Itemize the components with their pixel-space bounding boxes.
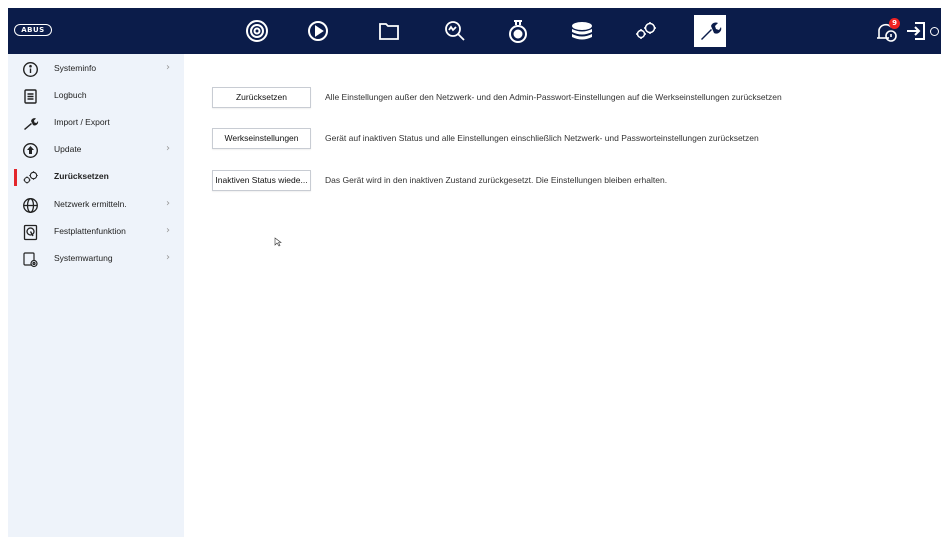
factory-settings-description: Gerät auf inaktiven Status und alle Eins… bbox=[325, 133, 759, 143]
file-management-icon[interactable] bbox=[373, 15, 405, 47]
power-icon[interactable] bbox=[928, 15, 941, 47]
factory-settings-button[interactable]: Werkseinstellungen bbox=[212, 128, 311, 149]
sidebar-item-systemwartung[interactable]: Systemwartung › bbox=[8, 248, 184, 272]
sidebar-item-label: Logbuch bbox=[54, 90, 87, 100]
sidebar-item-systeminfo[interactable]: Systeminfo › bbox=[8, 58, 184, 82]
restore-inactive-status-button[interactable]: Inaktiven Status wiede... bbox=[212, 170, 311, 191]
sidebar-item-import-export[interactable]: Import / Export bbox=[8, 112, 184, 136]
chevron-right-icon: › bbox=[166, 143, 170, 154]
chevron-right-icon: › bbox=[166, 62, 170, 73]
restore-inactive-status-description: Das Gerät wird in den inaktiven Zustand … bbox=[325, 175, 668, 185]
active-indicator bbox=[14, 169, 17, 186]
info-icon bbox=[22, 61, 39, 78]
sidebar-item-label: Zurücksetzen bbox=[54, 171, 109, 181]
reset-button[interactable]: Zurücksetzen bbox=[212, 87, 311, 108]
reset-description: Alle Einstellungen außer den Netzwerk- u… bbox=[325, 92, 782, 102]
sidebar-item-update[interactable]: Update › bbox=[8, 139, 184, 163]
sidebar-item-label: Systeminfo bbox=[54, 63, 97, 73]
smart-analysis-icon[interactable] bbox=[439, 15, 471, 47]
sidebar-item-logbuch[interactable]: Logbuch bbox=[8, 85, 184, 109]
log-icon bbox=[22, 88, 39, 105]
abus-logo: ABUS bbox=[14, 24, 52, 36]
hdd-icon bbox=[22, 224, 39, 241]
globe-icon bbox=[22, 197, 39, 214]
update-icon bbox=[22, 142, 39, 159]
maintenance-icon bbox=[22, 251, 39, 268]
chevron-right-icon: › bbox=[166, 225, 170, 236]
mouse-cursor-icon bbox=[274, 237, 282, 247]
sidebar-item-festplattenfunktion[interactable]: Festplattenfunktion › bbox=[8, 221, 184, 245]
sidebar-item-label: Festplattenfunktion bbox=[54, 226, 126, 236]
storage-icon[interactable] bbox=[566, 15, 598, 47]
live-view-icon[interactable] bbox=[241, 15, 273, 47]
top-navigation-bar: ABUS 9 bbox=[8, 8, 941, 54]
configuration-icon[interactable] bbox=[630, 15, 662, 47]
sidebar-item-label: Update bbox=[54, 144, 82, 154]
chevron-right-icon: › bbox=[166, 252, 170, 263]
wrench-icon bbox=[22, 115, 39, 132]
alarm-count-badge: 9 bbox=[889, 18, 900, 29]
playback-icon[interactable] bbox=[302, 15, 334, 47]
sidebar-item-zuruecksetzen[interactable]: Zurücksetzen bbox=[8, 166, 184, 190]
sidebar: Systeminfo › Logbuch Import / Export Upd… bbox=[8, 54, 184, 537]
chevron-right-icon: › bbox=[166, 198, 170, 209]
sidebar-item-netzwerk-ermitteln[interactable]: Netzwerk ermitteln. › bbox=[8, 194, 184, 218]
sidebar-item-label: Systemwartung bbox=[54, 253, 113, 263]
maintenance-icon[interactable] bbox=[694, 15, 726, 47]
sidebar-item-label: Import / Export bbox=[54, 117, 110, 127]
sidebar-item-label: Netzwerk ermitteln. bbox=[54, 199, 127, 209]
camera-settings-icon[interactable] bbox=[502, 15, 534, 47]
gears-icon bbox=[22, 169, 39, 186]
alarm-icon[interactable]: 9 bbox=[870, 15, 902, 47]
